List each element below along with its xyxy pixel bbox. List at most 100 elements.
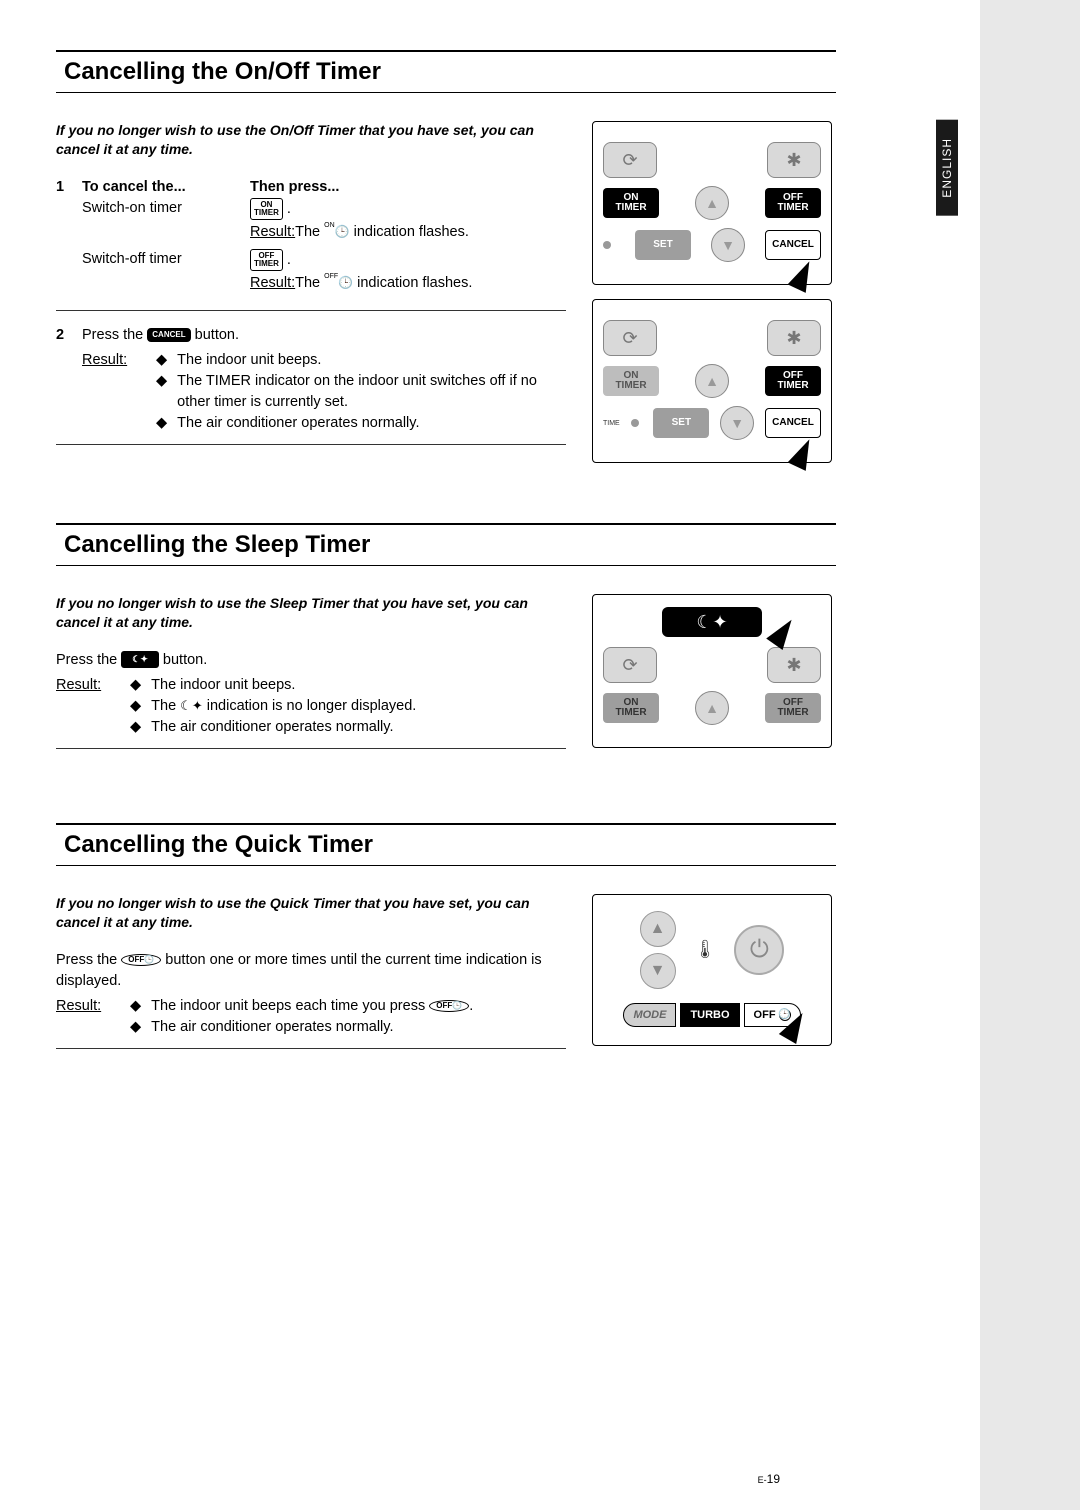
result-label: Result:: [82, 350, 142, 434]
result-label: Result:: [56, 675, 116, 738]
on-timer-button: ON TIMER: [603, 366, 659, 396]
diamond-bullet-icon: ◆: [130, 717, 141, 738]
mode-button: MODE: [623, 1003, 676, 1027]
bullet-text: The indoor unit beeps.: [151, 675, 295, 696]
on-timer-button-icon: ON TIMER: [250, 198, 283, 220]
time-label: TIME: [603, 420, 620, 427]
down-arrow-icon: ▼: [720, 406, 754, 440]
section-quick-timer: Cancelling the Quick Timer If you no lon…: [56, 823, 930, 1063]
result-label: Result:: [250, 275, 295, 291]
press-text-a: Press the: [56, 652, 121, 668]
bullet-text-b: .: [469, 998, 473, 1014]
bullet-text-a: The indoor unit beeps each time you pres…: [151, 998, 429, 1014]
remote-figure-2: ⟳ ✱ ON TIMER ▲ OFF TIMER TIME SET ▼ CANC…: [592, 299, 832, 463]
on-timer-button: ON TIMER: [603, 188, 659, 218]
result-text-b: indication flashes.: [350, 224, 469, 240]
diamond-bullet-icon: ◆: [130, 996, 141, 1017]
diamond-bullet-icon: ◆: [130, 1017, 141, 1038]
bullet-text: The TIMER indicator on the indoor unit s…: [177, 371, 566, 413]
remote-figure-1: ⟳ ✱ ON TIMER ▲ OFF TIMER SET ▼ CANCEL: [592, 121, 832, 285]
section-title: Cancelling the On/Off Timer: [56, 50, 836, 93]
section-sleep-timer: Cancelling the Sleep Timer If you no lon…: [56, 523, 930, 763]
on-timer-button: ON TIMER: [603, 693, 659, 723]
remote-figure-quick: ▲ ▼ 🌡 ⏻ MODE TURBO OFF🕒: [592, 894, 832, 1046]
indicator-dot-icon: [603, 241, 611, 249]
sleep-step: Press the ☾✦ button. Result: ◆ The indoor…: [56, 650, 566, 749]
swing-icon: ⟳: [603, 320, 657, 356]
switch-off-timer-label: Switch-off timer: [82, 249, 242, 294]
remote-figure-sleep: ☾✦ ⟳ ✱ ON TIMER ▲ OFF TIMER: [592, 594, 832, 748]
cancel-button: CANCEL: [765, 408, 821, 438]
set-button: SET: [635, 230, 691, 260]
pointer-arrow-icon: [788, 257, 819, 293]
pointer-arrow-icon: [788, 435, 819, 471]
result-text: The: [295, 275, 324, 291]
bullet-text: The air conditioner operates normally.: [151, 717, 393, 738]
bullet-text: The air conditioner operates normally.: [151, 1017, 393, 1038]
temp-down-icon: ▼: [640, 953, 676, 989]
step2-text-a: Press the: [82, 327, 147, 343]
intro-text: If you no longer wish to use the On/Off …: [56, 121, 566, 159]
down-arrow-icon: ▼: [711, 228, 745, 262]
off-superscript: OFF: [324, 273, 338, 280]
up-arrow-icon: ▲: [695, 364, 729, 398]
step2-text-b: button.: [195, 327, 239, 343]
clock-icon: 🕒: [338, 275, 353, 289]
bullet-text-a: The: [151, 698, 180, 714]
step-1: 1 To cancel the... Then press... Switch-…: [56, 177, 566, 311]
section-title: Cancelling the Quick Timer: [56, 823, 836, 866]
bullet-text: The air conditioner operates normally.: [177, 413, 419, 434]
result-label: Result:: [250, 224, 295, 240]
sleep-mode-button: ☾✦: [662, 607, 762, 637]
sleep-button-icon: ☾✦: [121, 651, 159, 668]
step-2: 2 Press the CANCEL button. Result: ◆The …: [56, 325, 566, 445]
cancel-button-icon: CANCEL: [147, 328, 190, 342]
diamond-bullet-icon: ◆: [156, 371, 167, 413]
off-button-icon: OFF🕒: [429, 1000, 469, 1012]
quick-step: Press the OFF🕒 button one or more times …: [56, 950, 566, 1049]
step-number: 1: [56, 177, 74, 198]
turbo-button: TURBO: [680, 1003, 739, 1027]
thermometer-icon: 🌡: [694, 939, 717, 960]
result-text-b: indication flashes.: [353, 275, 472, 291]
temp-up-icon: ▲: [640, 911, 676, 947]
pointer-arrow-icon: [766, 614, 800, 650]
fan-icon: ✱: [767, 142, 821, 178]
col-header-cancel: To cancel the...: [82, 177, 242, 198]
section-onoff-timer: Cancelling the On/Off Timer If you no lo…: [56, 50, 930, 463]
intro-text: If you no longer wish to use the Sleep T…: [56, 594, 566, 632]
on-superscript: ON: [324, 222, 335, 229]
swing-icon: ⟳: [603, 142, 657, 178]
fan-icon: ✱: [767, 320, 821, 356]
cancel-button: CANCEL: [765, 230, 821, 260]
language-tab: ENGLISH: [936, 120, 958, 216]
indicator-dot-icon: [631, 419, 639, 427]
power-icon: ⏻: [734, 925, 784, 975]
press-text-b: button.: [163, 652, 207, 668]
bullet-text: The indoor unit beeps.: [177, 350, 321, 371]
off-timer-button: OFF TIMER: [765, 366, 821, 396]
diamond-bullet-icon: ◆: [156, 413, 167, 434]
switch-on-timer-label: Switch-on timer: [82, 198, 242, 243]
swing-icon: ⟳: [603, 647, 657, 683]
diamond-bullet-icon: ◆: [130, 675, 141, 696]
result-text: The: [295, 224, 324, 240]
diamond-bullet-icon: ◆: [156, 350, 167, 371]
off-timer-button: OFF TIMER: [765, 693, 821, 723]
off-timer-button-icon: OFF TIMER: [250, 249, 283, 271]
intro-text: If you no longer wish to use the Quick T…: [56, 894, 566, 932]
step-number: 2: [56, 325, 72, 434]
clock-icon: 🕒: [335, 224, 350, 238]
col-header-press: Then press...: [250, 177, 566, 198]
off-timer-button: OFF TIMER: [765, 188, 821, 218]
off-button-icon: OFF🕒: [121, 954, 161, 966]
set-button: SET: [653, 408, 709, 438]
press-text-a: Press the: [56, 952, 121, 968]
moon-icon: ☾✦: [180, 698, 203, 713]
result-label: Result:: [56, 996, 116, 1038]
section-title: Cancelling the Sleep Timer: [56, 523, 836, 566]
page-number: E-19: [758, 1472, 780, 1486]
up-arrow-icon: ▲: [695, 186, 729, 220]
bullet-text-b: indication is no longer displayed.: [203, 698, 417, 714]
diamond-bullet-icon: ◆: [130, 696, 141, 717]
